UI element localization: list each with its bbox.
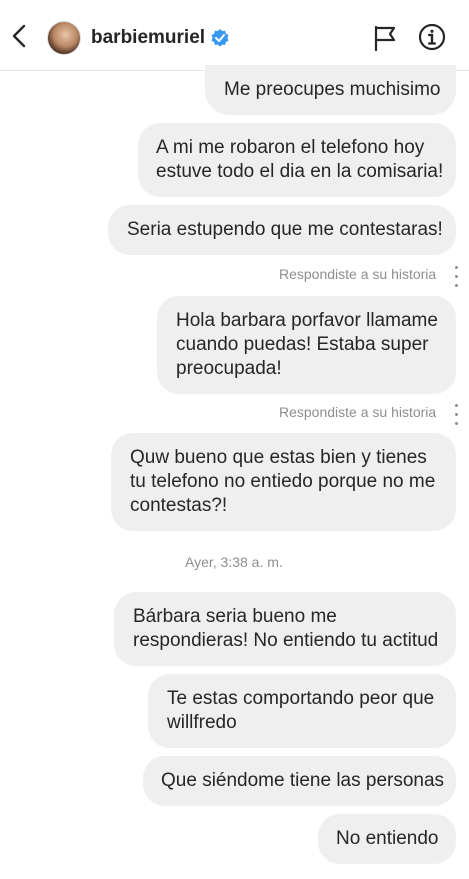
chevron-left-icon[interactable] [8, 22, 32, 50]
story-reply-label: Respondiste a su historia [279, 266, 437, 282]
message-bubble[interactable]: Hola barbara porfavor llamame cuando pue… [157, 296, 456, 394]
avatar[interactable] [47, 21, 81, 55]
timestamp: Ayer, 3:38 a. m. [185, 554, 283, 570]
verified-badge-icon [211, 29, 229, 47]
message-bubble[interactable]: Te estas comportando peor que willfredo [148, 674, 456, 748]
chat-header: barbiemuriel [0, 0, 469, 71]
flag-icon[interactable] [373, 25, 397, 51]
message-bubble[interactable]: Seria estupendo que me contestaras! [108, 205, 456, 255]
message-bubble[interactable]: A mi me robaron el telefono hoy estuve t… [138, 123, 456, 197]
message-bubble[interactable]: Quw bueno que estas bien y tienes tu tel… [111, 433, 456, 531]
story-reply-label: Respondiste a su historia [279, 404, 437, 420]
message-bubble[interactable]: No entiendo [318, 814, 456, 864]
message-bubble[interactable]: Que siéndome tiene las personas [143, 756, 456, 806]
message-bubble[interactable]: Bárbara seria bueno me respondieras! No … [114, 592, 456, 666]
username[interactable]: barbiemuriel [91, 27, 205, 49]
more-options-icon[interactable] [454, 404, 460, 430]
info-icon[interactable] [418, 23, 446, 51]
more-options-icon[interactable] [454, 266, 460, 292]
message-bubble[interactable]: Me preocupes muchisimo [205, 65, 456, 115]
